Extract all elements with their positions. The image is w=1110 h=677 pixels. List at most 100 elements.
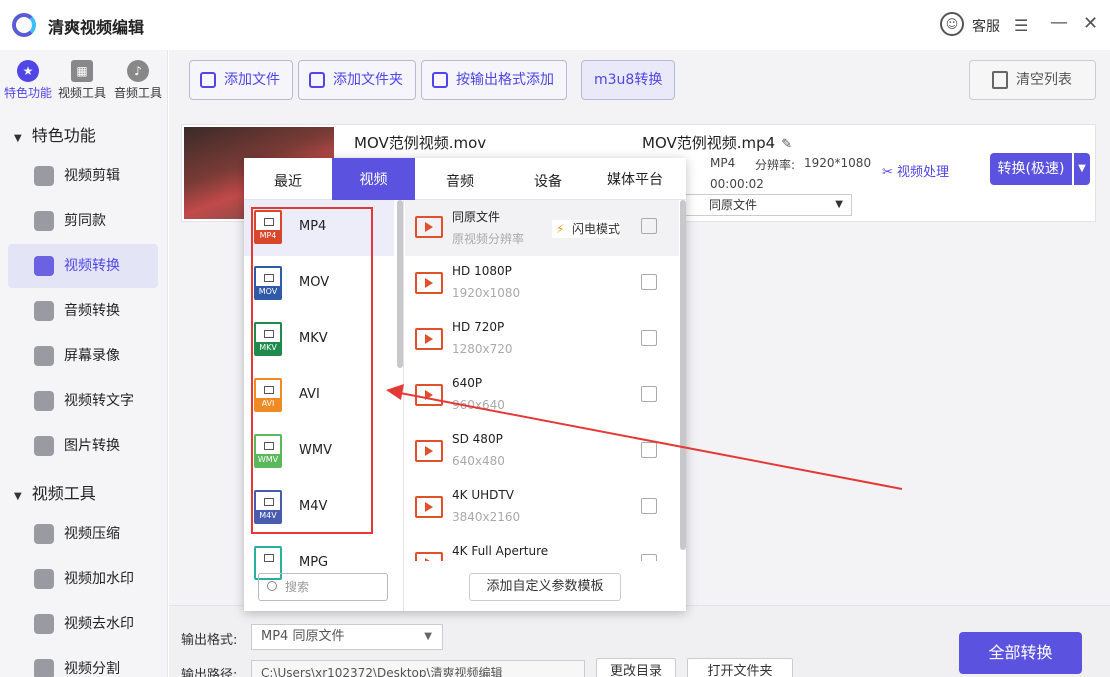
tab-media-platform[interactable]: 媒体平台: [591, 158, 679, 200]
video-preset-icon: [415, 496, 443, 518]
tab-audio[interactable]: 音频: [415, 158, 505, 200]
convert-all-button[interactable]: 全部转换: [959, 632, 1082, 674]
preset-item-sd480[interactable]: SD 480P 640x480: [405, 424, 679, 480]
chevron-down-icon: ▼: [424, 631, 432, 642]
sidebar-item-video-split[interactable]: 视频分割: [8, 647, 158, 677]
convert-fast-button[interactable]: 转换(极速): [990, 153, 1072, 185]
section-feature-header[interactable]: ▼ 特色功能: [14, 122, 96, 146]
top-categories: ★ 特色功能 ▦ 视频工具 ♪ 音频工具: [0, 56, 168, 106]
add-folder-icon: [309, 72, 325, 88]
section-video-header[interactable]: ▼ 视频工具: [14, 480, 96, 504]
add-by-format-button[interactable]: 按输出格式添加: [421, 60, 567, 100]
format-item-mov[interactable]: MOV MOV: [244, 256, 394, 312]
collapse-icon: ▼: [14, 133, 22, 144]
customer-service-label[interactable]: 客服: [972, 16, 1000, 36]
sidebar-item-remove-watermark[interactable]: 视频去水印: [8, 602, 158, 646]
m4v-file-icon: M4V: [254, 490, 282, 524]
sidebar-item-screen-record[interactable]: 屏幕录像: [8, 334, 158, 378]
format-item-mp4[interactable]: MP4 MP4: [244, 200, 394, 256]
add-file-icon: [200, 72, 216, 88]
video-preset-icon: [415, 440, 443, 462]
preset-list-scrollbar[interactable]: [680, 200, 686, 550]
output-format-value: MP4: [710, 156, 736, 170]
video-preset-icon: [415, 272, 443, 294]
preset-item-640p[interactable]: 640P 960x640: [405, 368, 679, 424]
format-item-wmv[interactable]: WMV WMV: [244, 424, 394, 480]
watermark-icon: [34, 569, 54, 589]
format-search-input[interactable]: 搜索: [258, 573, 388, 601]
sidebar: ★ 特色功能 ▦ 视频工具 ♪ 音频工具 ▼ 特色功能 视频剪辑 剪同款 视频转换…: [0, 50, 168, 677]
category-feature[interactable]: ★ 特色功能: [0, 56, 56, 101]
avi-file-icon: AVI: [254, 378, 282, 412]
convert-dropdown-icon[interactable]: ▼: [1074, 153, 1090, 185]
video-preset-icon: [415, 216, 443, 238]
sidebar-item-add-watermark[interactable]: 视频加水印: [8, 557, 158, 601]
preset-item-hd720[interactable]: HD 720P 1280x720: [405, 312, 679, 368]
format-item-m4v[interactable]: M4V M4V: [244, 480, 394, 536]
tab-recent[interactable]: 最近: [244, 158, 332, 200]
app-title: 清爽视频编辑: [48, 18, 145, 37]
add-folder-button[interactable]: 添加文件夹: [298, 60, 416, 100]
format-list: MP4 MP4 MOV MOV MKV MKV AVI AVI WMV WMV …: [244, 200, 404, 611]
format-list-scrollbar[interactable]: [397, 200, 403, 368]
category-video-tools[interactable]: ▦ 视频工具: [54, 56, 110, 101]
preset-item-4k-full-aperture[interactable]: 4K Full Aperture: [405, 536, 679, 561]
preset-item-original[interactable]: 同原文件 原视频分辨率 ⚡ 闪电模式: [405, 200, 679, 256]
bottom-bar: 输出格式: MP4 同原文件 ▼ 输出路径: C:\Users\xr102372\…: [169, 605, 1110, 677]
flash-mode-badge: ⚡ 闪电模式: [552, 220, 621, 238]
preset-item-hd1080[interactable]: HD 1080P 1920x1080: [405, 256, 679, 312]
clear-list-button[interactable]: 清空列表: [969, 60, 1096, 100]
video-preset-icon: [415, 384, 443, 406]
add-custom-template-button[interactable]: 添加自定义参数模板: [469, 573, 621, 601]
open-folder-button[interactable]: 打开文件夹: [687, 658, 793, 677]
sidebar-item-template[interactable]: 剪同款: [8, 199, 158, 243]
mkv-file-icon: MKV: [254, 322, 282, 356]
m3u8-convert-button[interactable]: m3u8转换: [581, 60, 676, 100]
sidebar-item-video-to-text[interactable]: 视频转文字: [8, 379, 158, 423]
app-logo-icon: [12, 13, 36, 37]
sidebar-item-audio-convert[interactable]: 音频转换: [8, 289, 158, 333]
edit-icon[interactable]: [641, 330, 657, 346]
edit-icon[interactable]: [641, 498, 657, 514]
microphone-icon: [34, 301, 54, 321]
format-add-icon: [432, 72, 448, 88]
edit-icon[interactable]: [641, 442, 657, 458]
stamp-icon: [34, 614, 54, 634]
star-icon: ★: [17, 60, 39, 82]
category-audio-tools[interactable]: ♪ 音频工具: [110, 56, 166, 101]
menu-icon[interactable]: ☰: [1014, 16, 1028, 35]
edit-icon[interactable]: [641, 386, 657, 402]
edit-icon[interactable]: [641, 218, 657, 234]
add-file-button[interactable]: 添加文件: [189, 60, 293, 100]
sidebar-item-image-convert[interactable]: 图片转换: [8, 424, 158, 468]
output-path-field[interactable]: C:\Users\xr102372\Desktop\清爽视频编辑: [251, 660, 585, 677]
duration-value: 00:00:02: [710, 177, 764, 191]
tab-video[interactable]: 视频: [332, 158, 415, 200]
chevron-down-icon: ▼: [835, 199, 843, 210]
mp4-file-icon: MP4: [254, 210, 282, 244]
edit-icon[interactable]: [641, 274, 657, 290]
sidebar-item-video-edit[interactable]: 视频剪辑: [8, 154, 158, 198]
output-file-name[interactable]: MOV范例视频.mp4 ✎: [642, 132, 792, 153]
tab-device[interactable]: 设备: [505, 158, 591, 200]
video-edit-icon: [34, 166, 54, 186]
rename-pencil-icon[interactable]: ✎: [781, 137, 792, 152]
change-directory-button[interactable]: 更改目录: [596, 658, 676, 677]
split-icon: [34, 659, 54, 677]
format-item-avi[interactable]: AVI AVI: [244, 368, 394, 424]
output-format-select[interactable]: MP4 同原文件 ▼: [251, 624, 443, 650]
resolution-label: 分辨率:: [755, 158, 796, 172]
title-bar: 清爽视频编辑 ☺ 客服 ☰ — ✕: [0, 0, 1110, 50]
edit-icon[interactable]: [641, 554, 657, 561]
preset-item-4k-uhdtv[interactable]: 4K UHDTV 3840x2160: [405, 480, 679, 536]
close-icon[interactable]: ✕: [1083, 13, 1098, 34]
minimize-icon[interactable]: —: [1050, 12, 1068, 33]
video-convert-icon: [34, 256, 54, 276]
sidebar-item-video-compress[interactable]: 视频压缩: [8, 512, 158, 556]
video-process-link[interactable]: ✂ 视频处理: [882, 161, 949, 180]
format-item-mkv[interactable]: MKV MKV: [244, 312, 394, 368]
customer-service-icon[interactable]: ☺: [940, 12, 964, 36]
compress-icon: [34, 524, 54, 544]
film-icon: ▦: [71, 60, 93, 82]
sidebar-item-video-convert[interactable]: 视频转换: [8, 244, 158, 288]
